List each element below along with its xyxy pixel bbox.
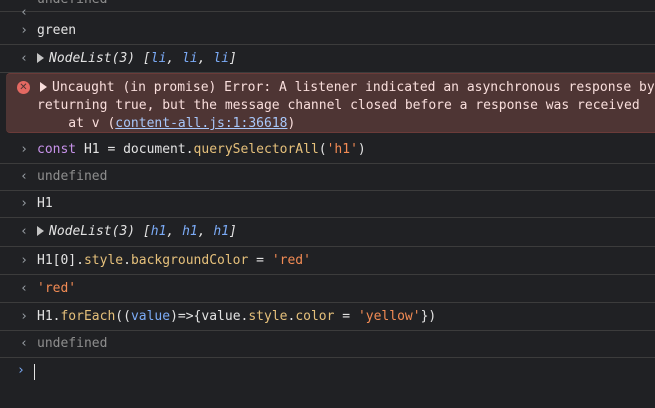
nodelist-output[interactable]: NodeList(3) [h1, h1, h1] — [37, 224, 237, 239]
expand-triangle-icon[interactable] — [37, 53, 44, 63]
error-line-2: returning true, but the message channel … — [37, 98, 640, 113]
result-string[interactable]: 'red' — [37, 281, 76, 296]
expand-triangle-icon[interactable] — [37, 226, 44, 236]
nodelist-output[interactable]: NodeList(3) [li, li, li] — [37, 51, 237, 66]
result-chevron-icon: ‹ — [20, 224, 28, 239]
text-caret — [34, 364, 35, 380]
console-result-row: ‹ undefined — [0, 331, 655, 358]
input-code[interactable]: H1[0].style.backgroundColor = 'red' — [37, 253, 311, 268]
input-text[interactable]: green — [37, 23, 76, 38]
console-input-row: › green — [0, 18, 655, 45]
error-line-3: at v (content-all.js:1:36618) — [37, 116, 296, 131]
input-text[interactable]: H1 — [37, 196, 53, 211]
input-chevron-icon: › — [20, 142, 28, 157]
console-input-row: › H1 — [0, 191, 655, 218]
input-chevron-icon: › — [20, 309, 28, 324]
input-code[interactable]: const H1 = document.querySelectorAll('h1… — [37, 142, 366, 157]
result-value[interactable]: undefined — [37, 169, 107, 184]
console-input-row: › H1[0].style.backgroundColor = 'red' — [0, 247, 655, 275]
result-value[interactable]: undefined — [37, 336, 107, 351]
console-result-row: ‹ undefined — [0, 0, 655, 20]
error-circle-icon: ✕ — [17, 81, 30, 94]
result-chevron-icon: ‹ — [20, 51, 28, 66]
console-error-message: ✕ Uncaught (in promise) Error: A listene… — [6, 73, 655, 133]
prompt-chevron-icon: › — [17, 363, 25, 378]
result-chevron-icon: ‹ — [20, 169, 28, 184]
console-prompt[interactable]: › — [0, 358, 655, 388]
input-chevron-icon: › — [20, 196, 28, 211]
devtools-console: ‹ undefined › green ‹ NodeList(3) [li, l… — [0, 0, 655, 408]
result-chevron-icon: ‹ — [20, 281, 28, 296]
input-code[interactable]: H1.forEach((value)=>{value.style.color =… — [37, 309, 436, 324]
expand-triangle-icon[interactable] — [40, 82, 47, 92]
console-input-row: › const H1 = document.querySelectorAll('… — [0, 137, 655, 164]
console-result-row: ‹ NodeList(3) [li, li, li] — [0, 45, 655, 73]
console-input-row: › H1.forEach((value)=>{value.style.color… — [0, 303, 655, 331]
console-result-row: ‹ 'red' — [0, 275, 655, 303]
input-chevron-icon: › — [20, 253, 28, 268]
error-line-1: Uncaught (in promise) Error: A listener … — [40, 80, 655, 95]
source-link[interactable]: content-all.js:1:36618 — [115, 116, 287, 131]
result-value[interactable]: undefined — [37, 0, 107, 7]
console-result-row: ‹ NodeList(3) [h1, h1, h1] — [0, 218, 655, 247]
console-result-row: ‹ undefined — [0, 164, 655, 191]
input-chevron-icon: › — [20, 23, 28, 38]
result-chevron-icon: ‹ — [20, 336, 28, 351]
